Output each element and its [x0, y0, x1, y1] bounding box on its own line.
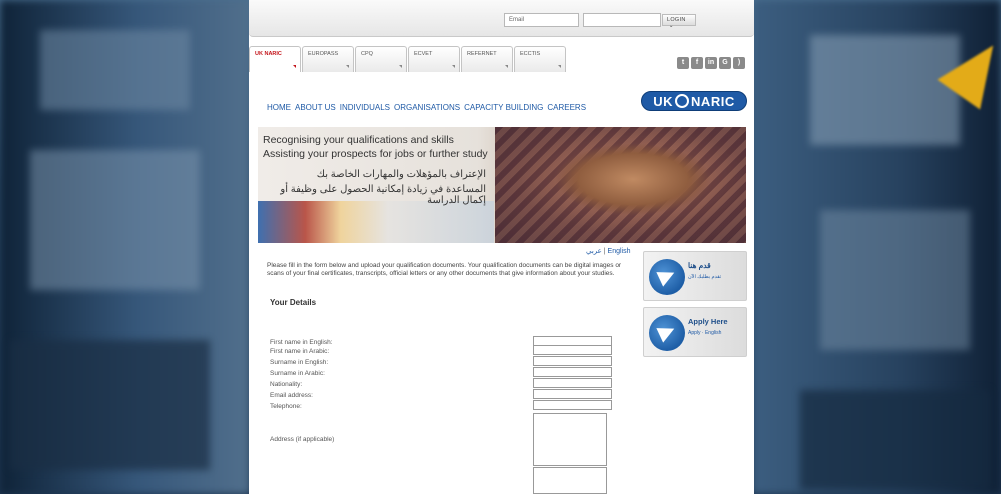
label-surname-en: Surname in English: — [270, 359, 329, 366]
uk-naric-logo[interactable]: UK NARIC — [641, 91, 747, 111]
tab-uk-naric[interactable]: UK NARIC — [249, 46, 301, 72]
label-address: Address (if applicable) — [270, 436, 335, 443]
corner-icon — [346, 65, 349, 68]
nav-careers[interactable]: CAREERS — [547, 103, 586, 112]
label-first-name-ar: First name in Arabic: — [270, 348, 330, 355]
first-name-ar-input[interactable] — [533, 345, 612, 355]
corner-icon — [505, 65, 508, 68]
google-icon[interactable]: G — [719, 57, 731, 69]
email-address-input[interactable] — [533, 389, 612, 399]
address-textarea[interactable] — [533, 413, 607, 466]
corner-icon — [399, 65, 402, 68]
tab-label: CPQ — [361, 51, 373, 57]
label-first-name-en: First name in English: — [270, 339, 333, 346]
corner-icon — [452, 65, 455, 68]
globe-icon — [675, 94, 690, 108]
email-input[interactable]: Email — [504, 13, 579, 27]
lang-arabic-link[interactable]: عربي — [586, 248, 602, 255]
apply-english-sub: Apply · English — [688, 330, 722, 336]
rss-icon[interactable]: ) — [733, 57, 745, 69]
login-bar: Email LOGIN ⌄ — [249, 0, 754, 37]
tab-label: EUROPASS — [308, 51, 339, 57]
tab-label: REFERNET — [467, 51, 497, 57]
plane-icon — [649, 315, 685, 351]
label-nationality: Nationality: — [270, 381, 303, 388]
label-surname-ar: Surname in Arabic: — [270, 370, 325, 377]
nav-organisations[interactable]: ORGANISATIONS — [394, 103, 460, 112]
banner-line-1: Recognising your qualifications and skil… — [263, 134, 454, 146]
intro-text: Please fill in the form below and upload… — [267, 262, 622, 278]
banner-arabic-2: المساعدة في زيادة إمكانية الحصول على وظي… — [280, 184, 486, 206]
tab-europass[interactable]: EUROPASS — [302, 46, 354, 72]
corner-icon — [293, 65, 296, 68]
apply-card-english[interactable]: Apply Here Apply · English — [643, 307, 747, 357]
language-switch: عربي | English — [586, 248, 631, 255]
tab-label: ECVET — [414, 51, 433, 57]
corner-icon — [558, 65, 561, 68]
nav-individuals[interactable]: INDIVIDUALS — [340, 103, 390, 112]
web-page: Email LOGIN ⌄ UK NARIC EUROPASS CPQ ECVE… — [249, 0, 754, 494]
lang-english-link[interactable]: English — [608, 248, 631, 255]
tab-label: ECCTIS — [520, 51, 541, 57]
site-tabs: UK NARIC EUROPASS CPQ ECVET REFERNET ECC… — [249, 46, 567, 72]
nav-home[interactable]: HOME — [267, 103, 291, 112]
linkedin-icon[interactable]: in — [705, 57, 717, 69]
login-button[interactable]: LOGIN ⌄ — [662, 14, 696, 29]
banner-arabic-1: الإعتراف بالمؤهلات والمهارات الخاصة بك — [316, 169, 486, 180]
twitter-icon[interactable]: t — [677, 57, 689, 69]
password-input[interactable] — [583, 13, 661, 27]
apply-arabic-sub: تقدم بطلبك الآن — [688, 274, 722, 280]
apply-arabic-title: قدم هنا — [688, 261, 711, 270]
tab-refernet[interactable]: REFERNET — [461, 46, 513, 72]
tab-cpq[interactable]: CPQ — [355, 46, 407, 72]
facebook-icon[interactable]: f — [691, 57, 703, 69]
hero-banner: Recognising your qualifications and skil… — [258, 127, 746, 243]
tab-ecctis[interactable]: ECCTIS — [514, 46, 566, 72]
nationality-input[interactable] — [533, 378, 612, 388]
tab-label: UK NARIC — [255, 51, 282, 57]
apply-english-title: Apply Here — [688, 317, 728, 326]
surname-en-input[interactable] — [533, 356, 612, 366]
tab-ecvet[interactable]: ECVET — [408, 46, 460, 72]
nav-capacity-building[interactable]: CAPACITY BUILDING — [464, 103, 543, 112]
section-title: Your Details — [270, 298, 317, 307]
social-icons: t f in G ) — [677, 57, 745, 69]
children-photo — [258, 201, 494, 243]
main-navigation: HOME ABOUT US INDIVIDUALS ORGANISATIONS … — [267, 103, 586, 112]
label-telephone: Telephone: — [270, 403, 302, 410]
plane-icon — [649, 259, 685, 295]
logo-text-left: UK — [653, 93, 674, 109]
banner-line-2: Assisting your prospects for jobs or fur… — [263, 148, 488, 160]
telephone-input[interactable] — [533, 400, 612, 410]
chevron-down-icon: ⌄ — [667, 23, 674, 29]
nav-about-us[interactable]: ABOUT US — [295, 103, 336, 112]
label-email: Email address: — [270, 392, 313, 399]
logo-text-right: NARIC — [691, 93, 735, 109]
surname-ar-input[interactable] — [533, 367, 612, 377]
apply-card-arabic[interactable]: قدم هنا تقدم بطلبك الآن — [643, 251, 747, 301]
second-textarea[interactable] — [533, 467, 607, 494]
